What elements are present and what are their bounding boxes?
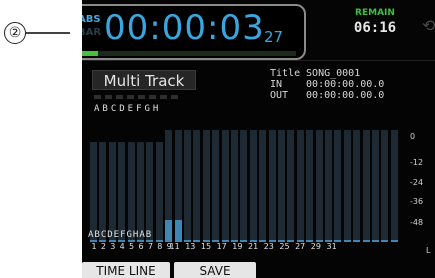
softkey-bar: TIME LINE SAVE xyxy=(82,262,435,278)
song-info: Title SONG_0001 IN 00:00:00.00.0 OUT 00:… xyxy=(270,68,384,101)
rec-indicator xyxy=(138,95,145,99)
scale-tick-label: 0 xyxy=(410,132,416,141)
in-label: IN xyxy=(270,79,283,90)
meter-background xyxy=(278,130,285,242)
callout-leader-line xyxy=(26,32,70,34)
rec-indicator xyxy=(116,95,123,99)
counter-time: 00:00:03 xyxy=(104,8,265,48)
rec-indicator xyxy=(127,95,134,99)
meter-level xyxy=(353,240,361,242)
rec-indicator xyxy=(149,95,156,99)
meter-background xyxy=(212,130,220,242)
meter-background xyxy=(221,130,229,242)
meter-background xyxy=(118,142,126,242)
in-value: 00:00:00.00.0 xyxy=(306,79,385,90)
scale-tick-label: -36 xyxy=(410,197,424,206)
counter-mode-abs: ABS xyxy=(82,14,101,25)
meter-level xyxy=(390,240,398,242)
meter-background xyxy=(155,142,163,242)
track-number: 13 xyxy=(185,242,196,251)
meter-background xyxy=(108,142,116,242)
meter-background xyxy=(146,142,154,242)
meter-background xyxy=(362,130,370,242)
meter-background xyxy=(90,142,97,242)
out-value: 00:00:00.00.0 xyxy=(306,90,385,101)
meter-track-letters: ABCDEFGHAB xyxy=(88,230,153,240)
track-number: 21 xyxy=(248,242,259,251)
meter-level xyxy=(343,240,351,242)
meter-background xyxy=(259,130,267,242)
track-number: 19 xyxy=(232,242,243,251)
track-number: 15 xyxy=(200,242,212,251)
meter-background xyxy=(231,130,238,242)
meter-level xyxy=(174,220,182,242)
meter-background xyxy=(296,130,304,242)
meter-background xyxy=(315,130,323,242)
rec-indicator xyxy=(105,95,112,99)
meter-level xyxy=(362,240,370,242)
track-number: 23 xyxy=(263,242,274,251)
meter-background xyxy=(137,142,144,242)
meter-background xyxy=(127,142,135,242)
song-progress-fill xyxy=(82,51,98,56)
meter-background xyxy=(287,130,295,242)
meter-background xyxy=(334,130,342,242)
counter-frames: 27 xyxy=(264,28,284,46)
track-letters: ABCDEFGH xyxy=(94,104,162,114)
counter-mode-bar: BAR xyxy=(82,27,102,38)
title-value: SONG_0001 xyxy=(306,68,361,79)
rec-indicator xyxy=(171,95,178,99)
track-number: 31 xyxy=(326,242,337,251)
song-progress-bar xyxy=(82,51,296,56)
meter-background xyxy=(353,130,361,242)
time-counter: ABS BAR 00:00:03 27 xyxy=(82,4,306,60)
meter-background xyxy=(381,130,389,242)
rec-indicator xyxy=(160,95,167,99)
remain-time: 06:16 xyxy=(353,20,397,36)
scale-tick-label: -24 xyxy=(410,178,424,187)
meter-background xyxy=(343,130,351,242)
meter-background xyxy=(184,130,191,242)
callout-number: ② xyxy=(4,22,26,44)
meter-background xyxy=(249,130,257,242)
meter-background xyxy=(240,130,248,242)
meter-background xyxy=(202,130,210,242)
meter-background xyxy=(325,130,332,242)
track-number: 29 xyxy=(310,242,321,251)
track-number: 11 xyxy=(169,242,180,251)
rec-indicator xyxy=(94,95,101,99)
scale-tick-label: -48 xyxy=(410,218,424,227)
track-number: 27 xyxy=(295,242,306,251)
out-label: OUT xyxy=(270,90,289,101)
meter-background xyxy=(372,130,379,242)
divider xyxy=(82,60,435,61)
mode-label: Multi Track xyxy=(92,70,196,90)
recorder-screen: ABS BAR 00:00:03 27 REMAIN 06:16 ⟲ Multi… xyxy=(82,0,435,278)
meter-level xyxy=(381,240,389,242)
meter-background xyxy=(268,130,276,242)
loop-icon: ⟲ xyxy=(422,16,435,35)
meter-background xyxy=(390,130,398,242)
meter-background xyxy=(193,130,201,242)
meter-level xyxy=(165,220,173,242)
meter-l-label: L xyxy=(426,246,431,255)
top-bar: ABS BAR 00:00:03 27 REMAIN 06:16 ⟲ xyxy=(82,0,435,60)
save-button[interactable]: SAVE xyxy=(174,262,256,278)
meter-background xyxy=(99,142,107,242)
time-line-button[interactable]: TIME LINE xyxy=(82,262,170,278)
track-number: 17 xyxy=(216,242,227,251)
title-label: Title xyxy=(270,68,301,79)
scale-tick-label: -12 xyxy=(410,158,424,167)
meter-level xyxy=(372,240,379,242)
remain-label: REMAIN xyxy=(355,8,395,18)
level-meters xyxy=(82,130,435,242)
track-number: 25 xyxy=(279,242,290,251)
meter-background xyxy=(306,130,314,242)
